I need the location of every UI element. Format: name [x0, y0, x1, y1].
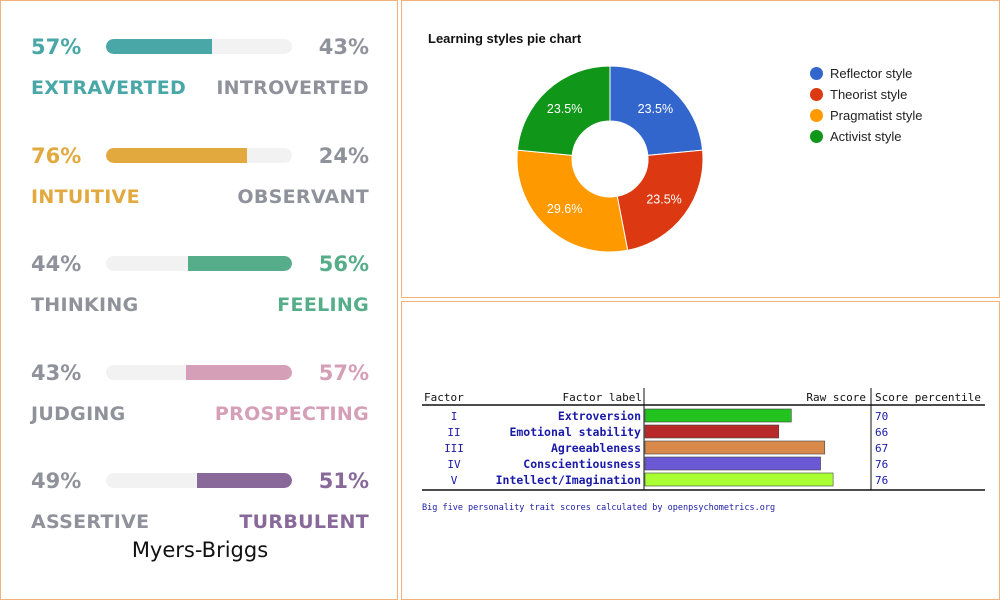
right-trait-label: PROSPECTING — [214, 402, 369, 425]
left-trait-label: ASSERTIVE — [31, 511, 150, 533]
score-percentile: 76 — [875, 458, 888, 471]
right-trait-label: TURBULENT — [239, 511, 369, 533]
legend-label: Reflector style — [830, 66, 913, 81]
score-percentile: 70 — [875, 410, 888, 423]
trait-bar-track — [106, 473, 292, 488]
score-percentile: 67 — [875, 442, 888, 455]
trait-bar-track — [106, 256, 292, 271]
trait-bar-fill — [197, 473, 292, 488]
right-percent: 57% — [318, 360, 369, 385]
column-header: Score percentile — [875, 391, 981, 404]
right-trait-label: INTROVERTED — [216, 77, 369, 99]
legend-swatch — [810, 109, 823, 122]
trait-bar-track — [106, 147, 292, 163]
left-percent: 44% — [31, 252, 82, 276]
right-trait-label: FEELING — [277, 294, 369, 316]
pie-slice-label: 23.5% — [646, 192, 681, 206]
trait-bar-fill — [106, 39, 213, 54]
legend-swatch — [810, 67, 823, 80]
factor-label: Agreeableness — [551, 441, 641, 455]
score-percentile: 66 — [875, 426, 888, 439]
raw-score-bar — [644, 440, 826, 455]
trait-bar-track — [106, 39, 292, 54]
legend-swatch — [810, 130, 823, 143]
pie-slice-label: 29.6% — [547, 202, 582, 216]
left-trait-label: INTUITIVE — [31, 185, 140, 208]
left-percent: 49% — [31, 469, 82, 493]
left-trait-label: JUDGING — [31, 402, 126, 425]
right-percent: 24% — [318, 143, 369, 168]
legend-item: Reflector style — [810, 63, 922, 84]
factor-numeral: IV — [447, 458, 461, 471]
trait-row: 43% 57% JUDGING PROSPECTING — [1, 333, 399, 441]
left-trait-label: THINKING — [31, 294, 139, 316]
left-percent: 43% — [31, 360, 82, 385]
myers-briggs-caption: Myers-Briggs — [131, 538, 269, 562]
factor-numeral: III — [444, 442, 464, 455]
pie-slice-label: 23.5% — [547, 102, 582, 116]
factor-numeral: II — [447, 426, 460, 439]
raw-score-bar — [644, 456, 821, 471]
trait-row: 76% 24% INTUITIVE OBSERVANT — [1, 116, 399, 224]
column-header: Factor — [424, 391, 464, 404]
pie-chart-title: Learning styles pie chart — [428, 31, 582, 46]
right-percent: 43% — [318, 35, 369, 59]
factor-label: Extroversion — [558, 409, 641, 423]
pie-legend: Reflector style Theorist style Pragmatist … — [810, 63, 922, 147]
legend-item: Activist style — [810, 126, 922, 147]
myers-briggs-panel: 57% 43% EXTRAVERTED INTROVERTED 76% 24% INTUIT… — [0, 0, 398, 600]
trait-row: 57% 43% EXTRAVERTED INTROVERTED — [1, 7, 399, 115]
left-percent: 57% — [31, 35, 82, 59]
factor-numeral: V — [451, 474, 458, 487]
right-trait-label: OBSERVANT — [237, 185, 369, 208]
legend-label: Activist style — [830, 129, 902, 144]
trait-bar-fill — [106, 147, 248, 163]
trait-row: 49% 51% ASSERTIVE TURBULENT — [1, 441, 399, 549]
legend-label: Theorist style — [830, 87, 908, 102]
legend-label: Pragmatist style — [830, 108, 923, 123]
big-five-caption: Big five personality trait scores calcul… — [422, 503, 776, 513]
left-percent: 76% — [31, 143, 82, 168]
raw-score-bar — [644, 424, 780, 439]
trait-bar-fill — [185, 364, 292, 380]
legend-item: Theorist style — [810, 84, 922, 105]
big-five-bar-chart: Factor Factor label Raw score Score percent… — [422, 388, 985, 491]
factor-label: Conscientiousness — [523, 457, 641, 471]
legend-item: Pragmatist style — [810, 105, 922, 126]
trait-bar-track — [106, 364, 292, 380]
pie-slice-label: 23.5% — [638, 102, 673, 116]
big-five-panel: Factor Factor label Raw score Score percent… — [401, 301, 1000, 600]
factor-label: Intellect/Imagination — [496, 473, 641, 487]
column-header: Raw score — [806, 391, 866, 404]
trait-bar-fill — [187, 256, 292, 271]
raw-score-bar — [644, 472, 834, 487]
right-percent: 56% — [318, 252, 369, 276]
trait-row: 44% 56% THINKING FEELING — [1, 224, 399, 332]
factor-numeral: I — [451, 410, 458, 423]
left-trait-label: EXTRAVERTED — [31, 77, 187, 99]
raw-score-bar — [644, 408, 792, 423]
column-header: Factor label — [563, 391, 642, 404]
factor-label: Emotional stability — [509, 425, 641, 439]
score-percentile: 76 — [875, 474, 888, 487]
right-percent: 51% — [318, 469, 369, 493]
learning-styles-panel: 23.5% 23.5% 29.6% 23.5% Learning styles pie… — [401, 0, 1000, 298]
legend-swatch — [810, 88, 823, 101]
